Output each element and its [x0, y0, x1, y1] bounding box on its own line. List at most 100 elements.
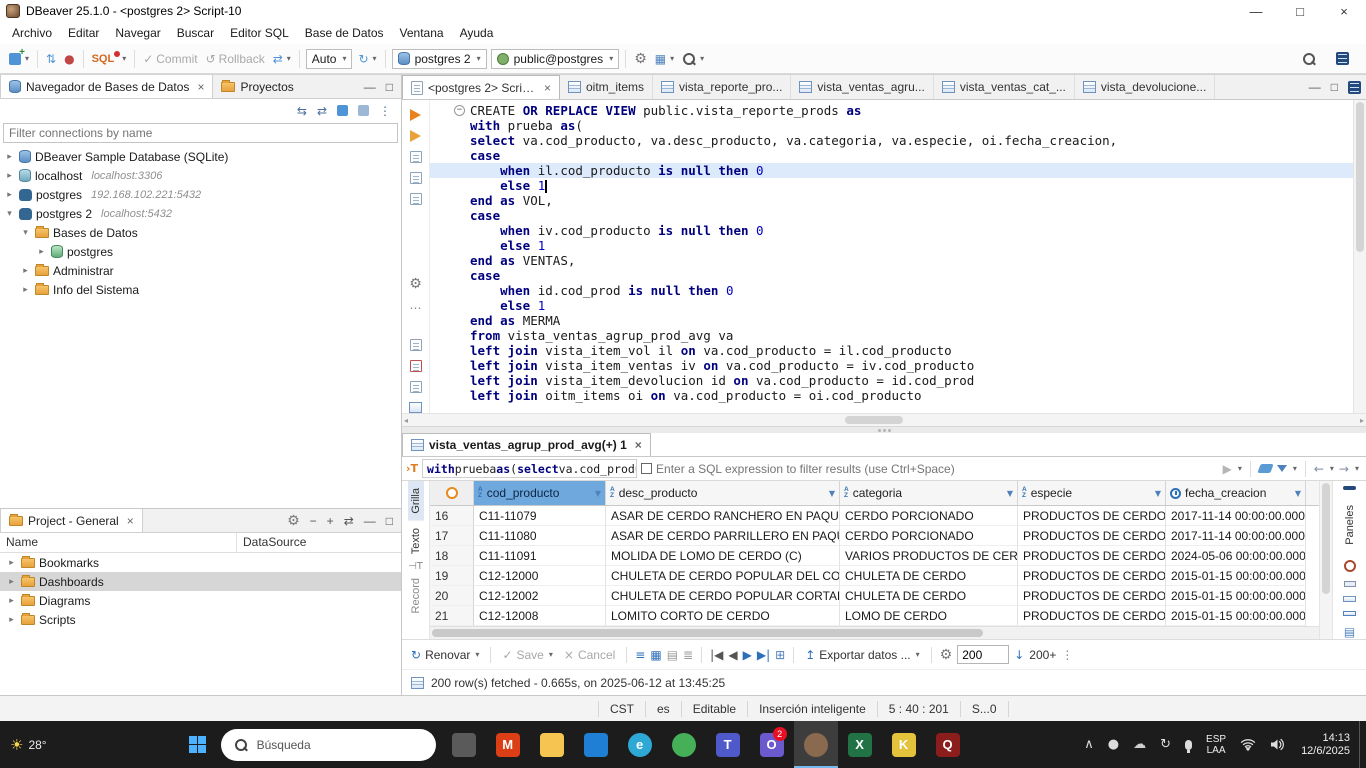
clock[interactable]: 14:13 12/6/2025	[1292, 732, 1359, 758]
results-settings-icon[interactable]: ⚙	[940, 647, 953, 663]
editor-tab-vista-ventas-agru[interactable]: vista_ventas_agru...	[791, 75, 933, 99]
scroll-thumb[interactable]	[1356, 102, 1364, 252]
chevron-right-icon[interactable]: ▸	[4, 152, 15, 162]
view-menu-icon[interactable]: ⋮	[379, 104, 391, 118]
stop-query-button[interactable]: ●	[60, 50, 78, 68]
chevron-right-icon[interactable]: ▸	[6, 558, 17, 568]
close-button[interactable]: ×	[1322, 0, 1366, 22]
taskbar-search[interactable]: Búsqueda	[221, 729, 436, 761]
chevron-right-icon[interactable]: ▸	[6, 577, 17, 587]
chevron-right-icon[interactable]: ▸	[4, 190, 15, 200]
selection-indicator[interactable]: S...0	[960, 701, 1008, 717]
chevron-right-icon[interactable]: ▸	[20, 285, 31, 295]
column-header-fecha-creacion[interactable]: fecha_creacion▼	[1166, 481, 1306, 505]
toolbar-panels-button[interactable]	[1332, 50, 1353, 67]
quick-search-button[interactable]	[1298, 50, 1320, 68]
code-line-15[interactable]: end as MERMA	[430, 313, 1353, 328]
table-row-20[interactable]: 20C12-12002CHULETA DE CERDO POPULAR CORT…	[430, 586, 1319, 606]
value-panel-icon[interactable]: ⊣T	[408, 561, 423, 572]
column-header-categoria[interactable]: AZcategoria▼	[840, 481, 1018, 505]
row-number-cell[interactable]: 19	[430, 566, 474, 586]
column-header-especie[interactable]: AZespecie▼	[1018, 481, 1166, 505]
editable-indicator[interactable]: Editable	[681, 701, 747, 717]
filter-expression-input[interactable]	[656, 462, 1219, 476]
datasource-settings-button[interactable]: ⚙	[630, 49, 651, 69]
filter-connections-input[interactable]	[4, 126, 397, 140]
link-editor-icon[interactable]: ⇄	[317, 104, 327, 118]
taskbar-edge-icon[interactable]: e	[618, 721, 662, 768]
add-row-icon[interactable]: ▦	[650, 648, 661, 662]
column-name[interactable]: Name	[0, 533, 237, 552]
table-row-16[interactable]: 16C11-11079ASAR DE CERDO RANCHERO EN PAQ…	[430, 506, 1319, 526]
editor-horizontal-scrollbar[interactable]: ◂ ▸	[402, 413, 1366, 426]
tab-projects[interactable]: Proyectos	[213, 75, 301, 98]
volume-icon[interactable]	[1263, 721, 1292, 768]
scroll-thumb[interactable]	[432, 629, 983, 637]
record-mode-icon[interactable]	[1344, 560, 1356, 572]
tray-edge-icon[interactable]: ●	[1101, 721, 1126, 768]
tree-item-postgres-2[interactable]: ▾postgres 2localhost:5432	[0, 204, 401, 223]
cell-desc-producto[interactable]: LOMITO CORTO DE CERDO	[606, 606, 840, 626]
code-line-11[interactable]: end as VENTAS,	[430, 253, 1353, 268]
cell-desc-producto[interactable]: ASAR DE CERDO RANCHERO EN PAQUETE	[606, 506, 840, 526]
save-script-button[interactable]	[410, 360, 422, 372]
refresh-button[interactable]: ↻ Renovar ▾	[408, 646, 482, 664]
editor-tab-vista-ventas-cat[interactable]: vista_ventas_cat_...	[934, 75, 1075, 99]
column-header-cod-producto[interactable]: AZcod_producto▼	[474, 481, 606, 505]
cell-especie[interactable]: PRODUCTOS DE CERDO	[1018, 586, 1166, 606]
cell-fecha-creacion[interactable]: 2015-01-15 00:00:00.000	[1166, 586, 1306, 606]
column-header-desc-producto[interactable]: AZdesc_producto▼	[606, 481, 840, 505]
value-viewer-icon[interactable]: ▤	[1344, 625, 1355, 639]
execute-as-script-button[interactable]	[410, 151, 422, 163]
collapse-icon[interactable]: −	[310, 514, 317, 528]
keyboard-language-indicator[interactable]: ESP LAA	[1199, 734, 1233, 756]
execute-script-button[interactable]	[410, 130, 421, 142]
code-line-5[interactable]: when il.cod_producto is null then 0	[430, 163, 1353, 178]
editor-results-sash[interactable]	[402, 426, 1366, 433]
delete-row-icon[interactable]: ≣	[683, 648, 693, 662]
start-button[interactable]	[175, 721, 221, 768]
filter-dropdown-icon[interactable]: ▼	[829, 489, 835, 498]
fetch-more-label[interactable]: 200+	[1029, 648, 1056, 662]
grid-presentation-button[interactable]: ▦▾	[651, 50, 678, 68]
sql-code-editor[interactable]: −CREATE OR REPLACE VIEW public.vista_rep…	[430, 100, 1353, 413]
project-item-dashboards[interactable]: ▸Dashboards	[0, 572, 401, 591]
menu-ventana[interactable]: Ventana	[392, 24, 452, 42]
analyze-query-button[interactable]	[410, 193, 422, 205]
code-line-6[interactable]: else 1	[430, 178, 1353, 193]
filter-source-text[interactable]: with prueba as( select va.cod_producto	[422, 459, 637, 478]
taskbar-chrome-icon[interactable]	[662, 721, 706, 768]
close-tab-icon[interactable]: ×	[544, 81, 551, 95]
cancel-button[interactable]: × Cancel	[561, 646, 618, 664]
expand-filter-icon[interactable]	[641, 463, 652, 474]
settings-gear-icon[interactable]: ⚙	[287, 513, 300, 529]
metadata-panel-icon[interactable]	[1343, 596, 1356, 601]
tree-item-info-del-sistema[interactable]: ▸Info del Sistema	[0, 280, 401, 299]
code-line-20[interactable]: left join oitm_items oi on va.cod_produc…	[430, 388, 1353, 403]
cell-categoria[interactable]: LOMO DE CERDO	[840, 606, 1018, 626]
rollback-button[interactable]: ↺Rollback	[202, 50, 269, 68]
taskbar-teams-icon[interactable]: T	[706, 721, 750, 768]
cell-categoria[interactable]: CERDO PORCIONADO	[840, 526, 1018, 546]
code-line-16[interactable]: from vista_ventas_agrup_prod_avg va	[430, 328, 1353, 343]
code-line-9[interactable]: when iv.cod_producto is null then 0	[430, 223, 1353, 238]
code-line-19[interactable]: left join vista_item_devolucion id on va…	[430, 373, 1353, 388]
cell-especie[interactable]: PRODUCTOS DE CERDO	[1018, 506, 1166, 526]
tab-grid[interactable]: Grilla	[408, 481, 424, 521]
editor-tab-oitm-items[interactable]: oitm_items	[560, 75, 653, 99]
code-line-4[interactable]: case	[430, 148, 1353, 163]
save-button[interactable]: ✓ Save ▾	[499, 646, 555, 664]
project-item-bookmarks[interactable]: ▸Bookmarks	[0, 553, 401, 572]
filter-dropdown-icon[interactable]: ▼	[595, 489, 601, 498]
menu-buscar[interactable]: Buscar	[169, 24, 222, 42]
row-number-cell[interactable]: 16	[430, 506, 474, 526]
connection-combo[interactable]: postgres 2▾	[392, 49, 487, 69]
clear-filter-icon[interactable]	[1257, 464, 1273, 473]
execute-statement-button[interactable]	[410, 109, 421, 121]
taskbar-window-icon[interactable]	[442, 721, 486, 768]
tree-item-dbeaver-sample-database-sqlite[interactable]: ▸DBeaver Sample Database (SQLite)	[0, 147, 401, 166]
export-data-button[interactable]: ↥ Exportar datos ... ▾	[802, 646, 922, 664]
cell-fecha-creacion[interactable]: 2024-05-06 00:00:00.000	[1166, 546, 1306, 566]
cell-especie[interactable]: PRODUCTOS DE CERDO	[1018, 606, 1166, 626]
editor-tab-postgres-2-scrip[interactable]: <postgres 2> Scrip...×	[402, 75, 560, 99]
